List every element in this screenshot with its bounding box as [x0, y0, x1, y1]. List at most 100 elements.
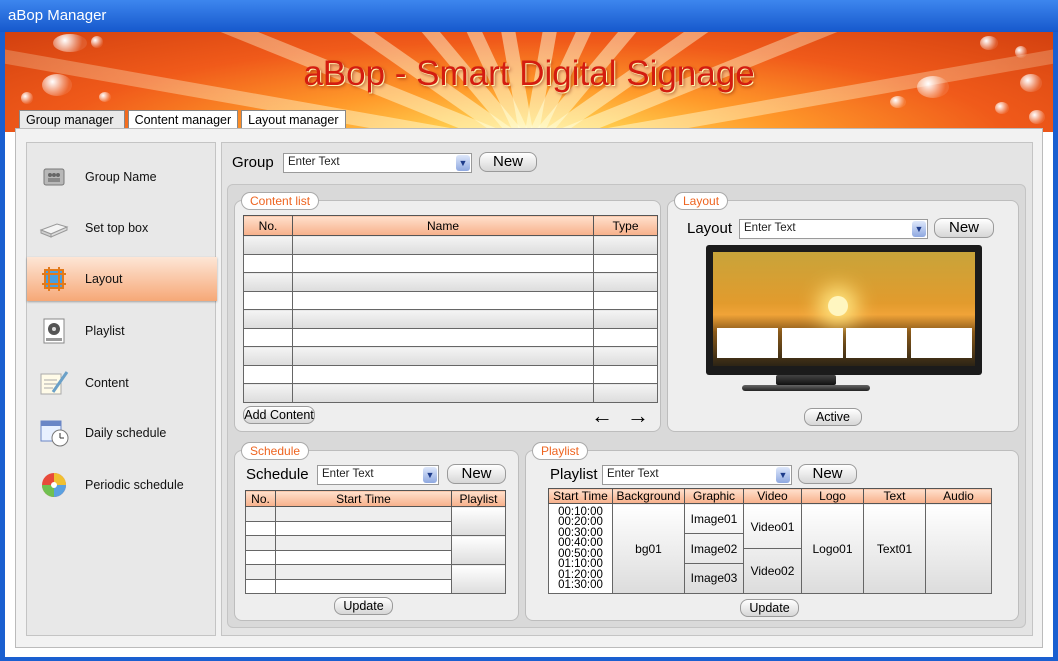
layout-icon — [37, 264, 71, 294]
column-header: Name — [292, 215, 594, 236]
main-panel: Group Enter Text ▼ New Content list No. … — [221, 142, 1033, 636]
column-header: Text — [863, 488, 926, 504]
graphic-item[interactable]: Image03 — [685, 564, 743, 593]
column-header: No. — [243, 215, 293, 236]
chevron-down-icon[interactable]: ▼ — [776, 467, 790, 483]
sidebar-item-group-name[interactable]: Group Name — [27, 155, 217, 199]
group-icon — [37, 162, 71, 192]
background-cell[interactable]: bg01 — [612, 503, 685, 594]
column-header: Audio — [925, 488, 992, 504]
content-icon — [37, 368, 71, 398]
chevron-down-icon[interactable]: ▼ — [912, 221, 926, 237]
playlist-table: Start Time Background Graphic Video Logo… — [548, 488, 992, 594]
table-row[interactable] — [243, 253, 658, 273]
new-layout-button[interactable]: New — [934, 218, 994, 238]
arrow-right-icon[interactable]: → — [627, 403, 649, 429]
graphic-item[interactable]: Image02 — [685, 534, 743, 564]
sidebar-item-playlist[interactable]: Playlist — [27, 309, 217, 353]
video-item[interactable]: Video02 — [744, 549, 801, 593]
schedule-select-value: Enter Text — [322, 468, 374, 480]
audio-cell[interactable] — [925, 503, 992, 594]
bubble — [890, 96, 906, 108]
start-time: 00:20:00 — [558, 516, 603, 528]
group-select-value: Enter Text — [288, 156, 340, 168]
table-row[interactable] — [243, 383, 658, 403]
tab-layout-manager[interactable]: Layout manager — [241, 110, 346, 130]
sidebar-item-content[interactable]: Content — [27, 361, 217, 405]
table-row[interactable] — [243, 290, 658, 310]
start-time: 01:10:00 — [558, 558, 603, 570]
graphic-cell: Image01 Image02 Image03 — [684, 503, 744, 594]
start-time-cell: 00:10:00 00:20:00 00:30:00 00:40:00 00:5… — [548, 503, 613, 594]
table-row[interactable] — [243, 346, 658, 366]
layout-select[interactable]: Enter Text ▼ — [739, 219, 928, 239]
table-row[interactable]: 00:10:00 00:20:00 00:30:00 00:40:00 00:5… — [548, 503, 992, 594]
column-header: Playlist — [451, 490, 506, 507]
sidebar-item-label: Set top box — [85, 221, 149, 235]
table-row[interactable] — [243, 235, 658, 255]
column-header: Start Time — [548, 488, 613, 504]
update-playlist-button[interactable]: Update — [740, 599, 799, 617]
window-titlebar: aBop Manager — [0, 0, 1058, 32]
chevron-down-icon[interactable]: ▼ — [423, 467, 437, 483]
bubble — [53, 34, 87, 52]
sidebar-item-label: Group Name — [85, 170, 157, 184]
new-group-button[interactable]: New — [479, 152, 537, 172]
bubble — [980, 36, 998, 50]
graphic-item[interactable]: Image01 — [685, 505, 743, 534]
table-row[interactable] — [243, 364, 658, 384]
column-header: Video — [743, 488, 802, 504]
tab-group-manager[interactable]: Group manager — [19, 110, 125, 130]
sidebar-item-daily-schedule[interactable]: Daily schedule — [27, 411, 217, 455]
group-select[interactable]: Enter Text ▼ — [283, 153, 472, 173]
layout-zone[interactable] — [717, 328, 778, 358]
bubble — [1029, 110, 1045, 124]
arrow-left-icon[interactable]: ← — [591, 403, 613, 429]
schedule-panel: Schedule Schedule Enter Text ▼ New No. S… — [234, 442, 519, 621]
schedule-select[interactable]: Enter Text ▼ — [317, 465, 439, 485]
layout-zone[interactable] — [911, 328, 972, 358]
playlist-select[interactable]: Enter Text ▼ — [602, 465, 792, 485]
add-content-button[interactable]: Add Content — [243, 406, 315, 424]
sun-image — [828, 296, 848, 316]
sidebar-item-label: Daily schedule — [85, 426, 167, 440]
table-row[interactable] — [243, 272, 658, 292]
periodic-schedule-icon — [37, 470, 71, 500]
video-item[interactable]: Video01 — [744, 505, 801, 549]
table-row[interactable] — [245, 564, 506, 594]
chevron-down-icon[interactable]: ▼ — [456, 155, 470, 171]
table-row[interactable] — [245, 535, 506, 565]
sidebar-item-label: Playlist — [85, 324, 125, 338]
sidebar-item-layout[interactable]: Layout — [27, 257, 217, 301]
app-window: aBop - Smart Digital Signage Group manag… — [5, 32, 1053, 657]
layout-preview-screen — [713, 252, 975, 366]
set-top-box-icon — [37, 213, 71, 243]
layout-legend: Layout — [674, 192, 729, 210]
schedule-table: No. Start Time Playlist — [245, 490, 506, 594]
sidebar-item-periodic-schedule[interactable]: Periodic schedule — [27, 463, 217, 507]
tab-content-manager[interactable]: Content manager — [127, 110, 239, 130]
sidebar-item-set-top-box[interactable]: Set top box — [27, 206, 217, 250]
table-row[interactable] — [245, 506, 506, 536]
update-schedule-button[interactable]: Update — [334, 597, 393, 615]
active-button[interactable]: Active — [804, 408, 862, 426]
content-list-panel: Content list No. Name Type Add Content ←… — [234, 192, 661, 432]
table-row[interactable] — [243, 327, 658, 347]
new-schedule-button[interactable]: New — [447, 464, 506, 484]
sidebar: Group Name Set top box Layout Playlist C… — [26, 142, 217, 636]
schedule-label: Schedule — [246, 466, 309, 483]
layout-zone[interactable] — [782, 328, 843, 358]
column-header: Background — [612, 488, 685, 504]
layout-zone[interactable] — [846, 328, 907, 358]
bubble — [91, 36, 103, 48]
new-playlist-button[interactable]: New — [798, 464, 857, 484]
column-header: No. — [245, 490, 276, 507]
sidebar-item-label: Content — [85, 376, 129, 390]
playlist-select-value: Enter Text — [607, 468, 659, 480]
schedule-legend: Schedule — [241, 442, 310, 460]
start-time: 00:40:00 — [558, 537, 603, 549]
table-row[interactable] — [243, 309, 658, 329]
logo-cell[interactable]: Logo01 — [801, 503, 864, 594]
text-cell[interactable]: Text01 — [863, 503, 926, 594]
tv-base — [742, 385, 870, 391]
